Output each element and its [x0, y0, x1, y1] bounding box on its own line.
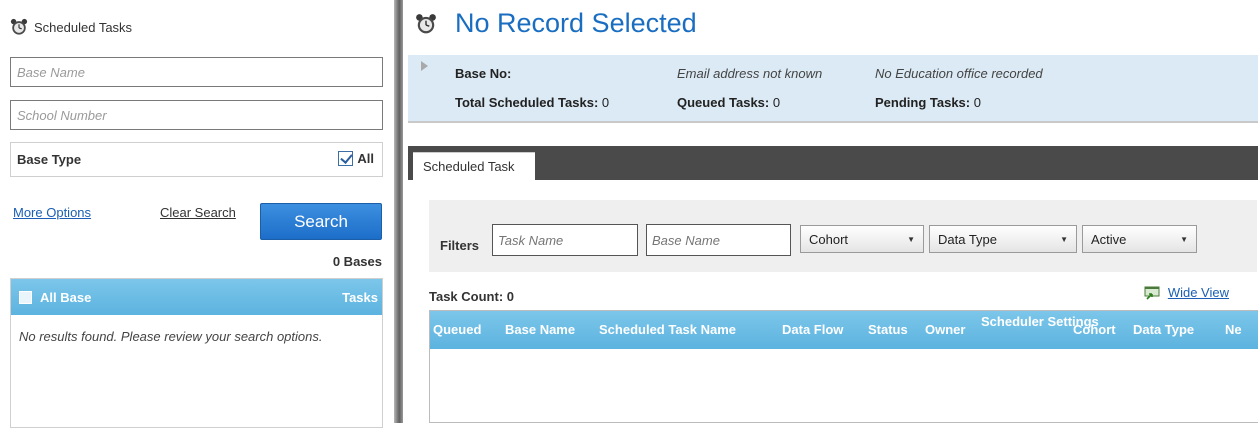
expand-arrow-icon[interactable]	[421, 61, 428, 71]
search-button[interactable]: Search	[260, 203, 382, 240]
left-panel-header: Scheduled Tasks	[10, 18, 132, 36]
chevron-down-icon: ▼	[1180, 234, 1188, 244]
alarm-clock-icon	[10, 18, 28, 36]
column-header[interactable]: Data Type	[1133, 322, 1194, 337]
education-office-status: No Education office recorded	[875, 66, 1043, 81]
chevron-down-icon: ▼	[907, 234, 915, 244]
base-no-label: Base No:	[455, 66, 512, 81]
pending-tasks: Pending Tasks: 0	[875, 95, 981, 110]
tasks-grid: Queued Base Name Scheduled Task Name Dat…	[429, 310, 1258, 423]
tab-scheduled-task[interactable]: Scheduled Task	[413, 152, 535, 180]
data-type-select[interactable]: Data Type ▼	[929, 225, 1077, 253]
base-name-input[interactable]	[10, 57, 383, 87]
column-header[interactable]: Queued	[433, 322, 481, 337]
column-header[interactable]: Scheduled Task Name	[599, 322, 736, 337]
left-panel-title: Scheduled Tasks	[34, 19, 133, 35]
data-type-select-value: Data Type	[938, 231, 998, 247]
bases-count: 0 Bases	[332, 254, 382, 269]
school-number-input[interactable]	[10, 100, 383, 130]
task-name-filter-input[interactable]	[492, 224, 638, 256]
base-type-all-checkbox[interactable]	[338, 151, 354, 166]
column-header[interactable]: Owner	[925, 322, 965, 337]
column-header[interactable]: Base Name	[505, 322, 575, 337]
tab-bar: Scheduled Task	[408, 146, 1258, 180]
cohort-select[interactable]: Cohort ▼	[800, 225, 924, 253]
results-header-all-base[interactable]: All Base	[40, 290, 342, 305]
more-options-link[interactable]: More Options	[13, 205, 91, 220]
chevron-down-icon: ▼	[1060, 234, 1068, 244]
no-results-message: No results found. Please review your sea…	[19, 329, 323, 344]
record-title-bar: No Record Selected	[415, 8, 697, 39]
column-header[interactable]: Scheduler Settings	[981, 314, 1099, 329]
clear-search-link[interactable]: Clear Search	[160, 205, 236, 220]
results-list: All Base Tasks No results found. Please …	[10, 278, 383, 428]
filters-bar: Filters Cohort ▼ Data Type ▼ Active ▼	[429, 200, 1257, 272]
base-type-all-label: All	[357, 151, 374, 166]
email-status: Email address not known	[677, 66, 823, 81]
record-info-box: Base No: Email address not known No Educ…	[408, 55, 1258, 123]
active-select[interactable]: Active ▼	[1082, 225, 1197, 253]
base-type-filter[interactable]: Base Type All	[10, 142, 383, 177]
column-header[interactable]: Cohort	[1073, 322, 1116, 337]
base-type-label: Base Type	[17, 152, 82, 167]
queued-tasks: Queued Tasks: 0	[677, 95, 781, 110]
column-header[interactable]: Data Flow	[782, 322, 843, 337]
base-name-filter-input[interactable]	[646, 224, 791, 256]
grid-header: Queued Base Name Scheduled Task Name Dat…	[430, 311, 1258, 349]
wide-view-link[interactable]: Wide View	[1144, 285, 1229, 300]
active-select-value: Active	[1091, 231, 1127, 247]
results-header: All Base Tasks	[11, 279, 382, 315]
total-scheduled-tasks: Total Scheduled Tasks: 0	[455, 95, 610, 110]
cohort-select-value: Cohort	[809, 231, 849, 247]
task-count: Task Count: 0	[429, 289, 514, 304]
wide-view-label: Wide View	[1167, 285, 1229, 300]
record-title: No Record Selected	[455, 8, 697, 38]
left-panel: Scheduled Tasks Base Type All More Optio…	[0, 0, 394, 428]
column-header[interactable]: Ne	[1225, 322, 1242, 337]
panel-splitter[interactable]	[394, 0, 403, 423]
base-type-all-toggle[interactable]: All	[338, 151, 374, 166]
right-panel: No Record Selected Base No: Email addres…	[403, 0, 1258, 423]
results-header-tasks[interactable]: Tasks	[342, 290, 378, 305]
select-all-checkbox[interactable]	[19, 290, 32, 304]
wide-view-icon	[1144, 286, 1162, 300]
filters-label: Filters	[440, 238, 480, 253]
alarm-clock-icon	[415, 13, 437, 35]
column-header[interactable]: Status	[868, 322, 908, 337]
